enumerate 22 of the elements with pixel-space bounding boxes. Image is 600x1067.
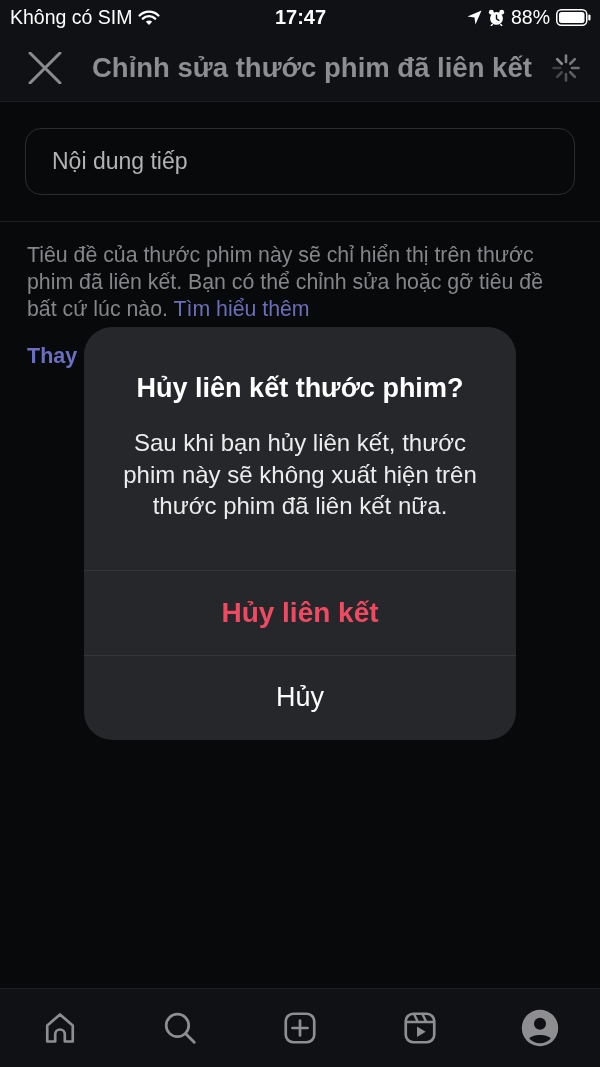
battery-icon (556, 8, 591, 26)
search-icon[interactable] (162, 1010, 198, 1046)
screen-title: Chỉnh sửa thước phim đã liên kết (92, 51, 533, 84)
add-post-icon[interactable] (282, 1010, 318, 1046)
description-text: Tiêu đề của thước phim này sẽ chỉ hiển thị trên thước phim đã liên kết. Bạn có thể chỉnh sửa hoặc gỡ tiêu đề bất cứ lúc nào. Tìm hiểu thêm (27, 242, 544, 323)
unlink-button[interactable]: Hủy liên kết (84, 569, 516, 655)
alarm-clock-icon (487, 8, 505, 26)
cancel-button[interactable]: Hủy (84, 654, 516, 740)
dialog-title: Hủy liên kết thước phim? (135, 373, 465, 403)
title-input-field[interactable]: Nội dung tiếp (25, 128, 575, 195)
change-link[interactable]: Thay (27, 343, 78, 369)
dialog-message: Sau khi bạn hủy liên kết, thước phim này sẽ không xuất hiện trên thước phim đã liên kết nữa. (122, 428, 478, 521)
clock-time: 17:47 (274, 5, 327, 29)
close-icon[interactable] (28, 51, 62, 84)
wifi-icon (138, 8, 161, 26)
location-arrow-icon (466, 9, 482, 25)
loading-spinner-icon (552, 53, 580, 82)
carrier-text: Không có SIM (10, 5, 133, 29)
learn-more-link[interactable]: Tìm hiểu thêm (173, 297, 310, 321)
battery-percent: 88% (510, 5, 550, 29)
reels-icon[interactable] (402, 1010, 438, 1046)
profile-avatar-icon[interactable] (521, 1009, 559, 1047)
